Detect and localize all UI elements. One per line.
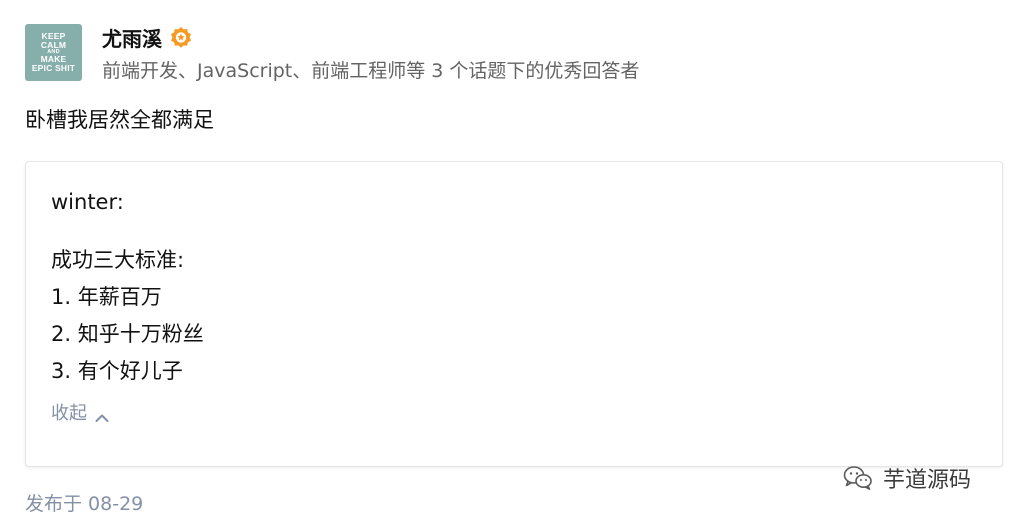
wechat-icon [843,465,873,491]
answer-header: KEEP CALM AND MAKE EPIC SHIT 尤雨溪 前端开发、Ja… [25,24,639,82]
quote-line: 成功三大标准: [51,248,185,272]
quote-author: winter: [51,190,124,214]
answer-content: 卧槽我居然全都满足 [25,108,214,132]
publish-time[interactable]: 发布于 08-29 [25,489,143,516]
quote-line: 2. 知乎十万粉丝 [51,322,204,346]
avatar[interactable]: KEEP CALM AND MAKE EPIC SHIT [25,24,82,81]
author-name-row: 尤雨溪 [102,23,639,52]
quoted-answer-card: winter: 成功三大标准: 1. 年薪百万 2. 知乎十万粉丝 3. 有个好… [25,161,1003,467]
quote-line: 1. 年薪百万 [51,285,162,309]
collapse-button[interactable]: 收起 [51,399,109,425]
author-name[interactable]: 尤雨溪 [102,23,162,52]
verified-badge-icon[interactable] [170,26,192,48]
collapse-label: 收起 [51,403,87,424]
quote-content: 成功三大标准: 1. 年薪百万 2. 知乎十万粉丝 3. 有个好儿子 [51,242,204,390]
quote-line: 3. 有个好儿子 [51,359,183,383]
author-headline: 前端开发、JavaScript、前端工程师等 3 个话题下的优秀回答者 [102,60,640,82]
watermark: 芋道源码 [843,462,971,494]
author-info: 尤雨溪 前端开发、JavaScript、前端工程师等 3 个话题下的优秀回答者 [102,24,639,83]
avatar-text-line: EPIC SHIT [31,63,76,74]
watermark-text: 芋道源码 [883,468,972,493]
chevron-up-icon [95,407,109,422]
